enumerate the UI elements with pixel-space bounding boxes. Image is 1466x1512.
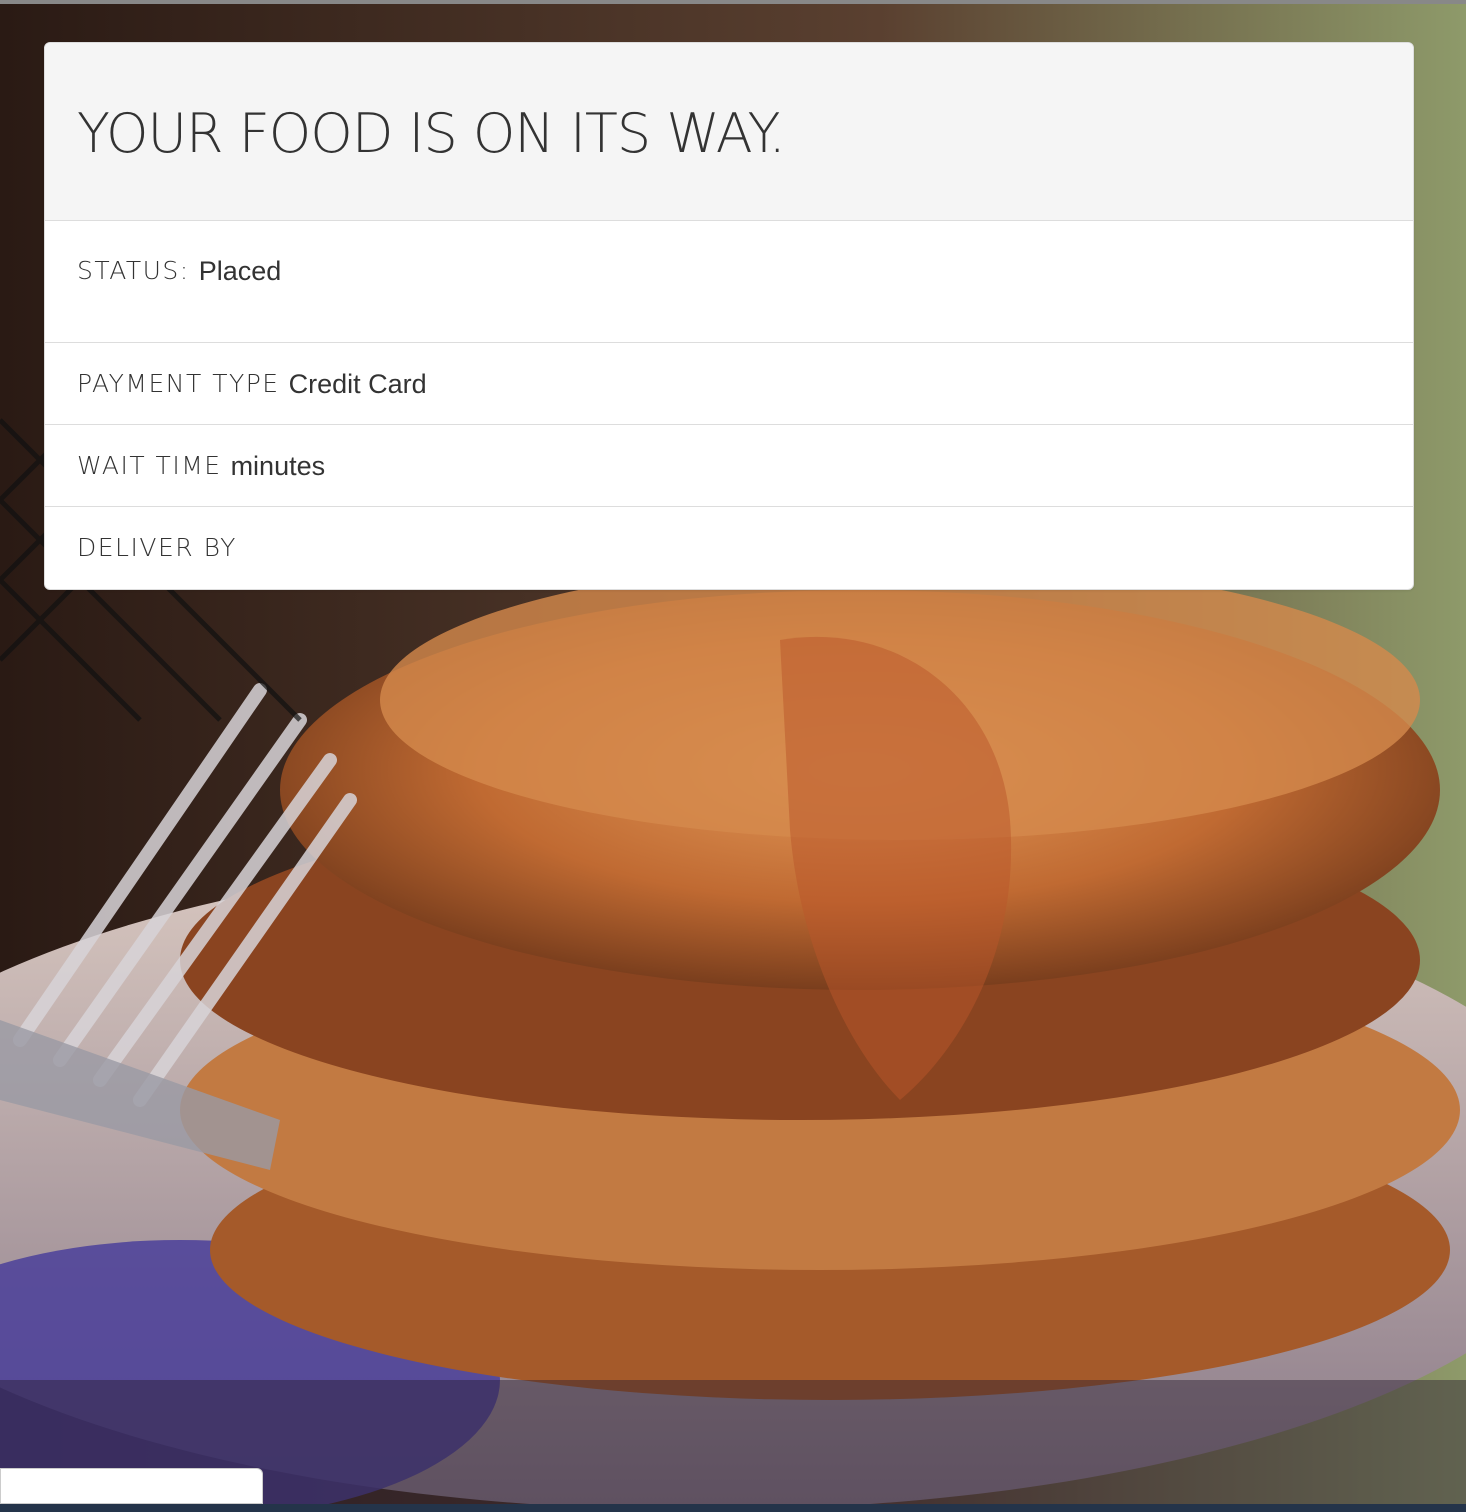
status-row: STATUS: Placed xyxy=(45,221,1413,343)
status-label: STATUS: xyxy=(77,256,190,285)
bottom-input-box[interactable] xyxy=(0,1468,263,1504)
bottom-bar xyxy=(0,1504,1466,1512)
wait-time-value: minutes xyxy=(230,451,326,481)
deliver-by-row: DELIVER BY xyxy=(45,507,1413,589)
status-value: Placed xyxy=(198,256,282,286)
payment-type-value: Credit Card xyxy=(288,369,427,399)
wait-time-row: WAIT TIME minutes xyxy=(45,425,1413,507)
payment-type-label: PAYMENT TYPE xyxy=(77,369,280,398)
payment-type-row: PAYMENT TYPE Credit Card xyxy=(45,343,1413,425)
page: YOUR FOOD IS ON ITS WAY. STATUS: Placed … xyxy=(0,0,1466,1512)
deliver-by-label: DELIVER BY xyxy=(77,533,237,562)
top-border xyxy=(0,0,1466,4)
order-status-panel: YOUR FOOD IS ON ITS WAY. STATUS: Placed … xyxy=(44,42,1414,590)
page-title: YOUR FOOD IS ON ITS WAY. xyxy=(77,102,786,165)
panel-heading: YOUR FOOD IS ON ITS WAY. xyxy=(45,43,1413,221)
wait-time-label: WAIT TIME xyxy=(77,451,222,480)
